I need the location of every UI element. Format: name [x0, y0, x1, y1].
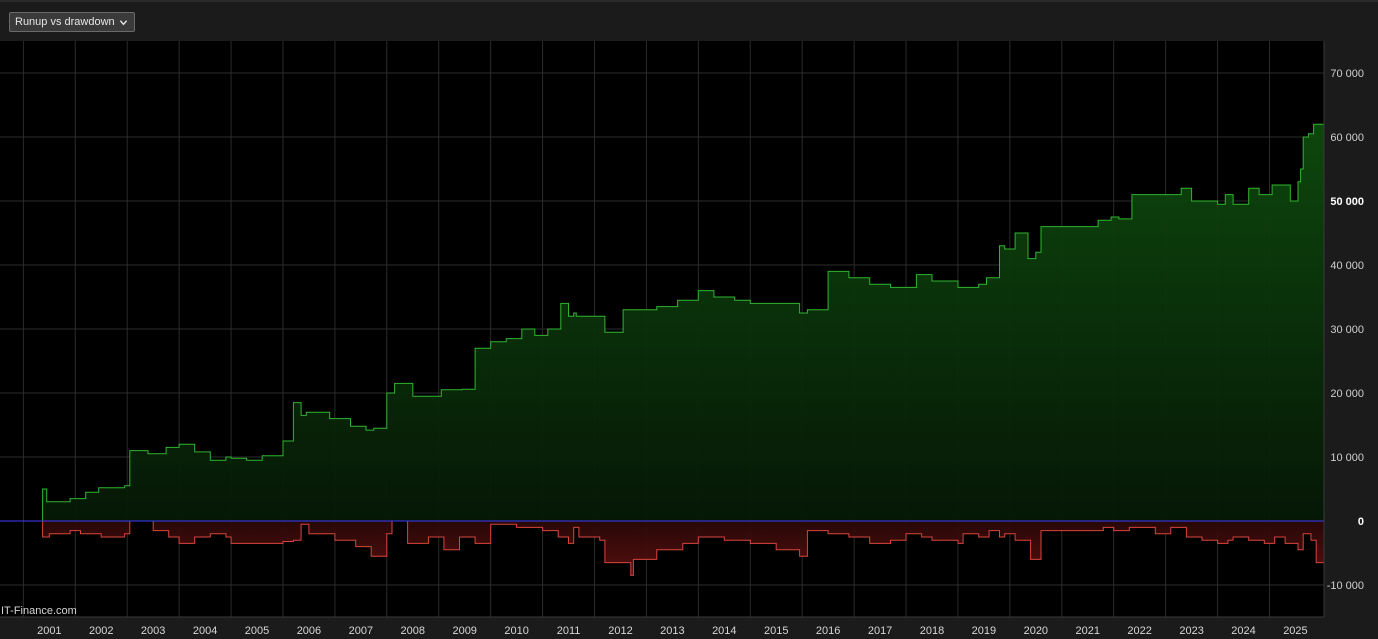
x-tick-label: 2002: [89, 625, 113, 637]
chevron-down-icon: [119, 19, 127, 25]
x-tick-label: 2013: [660, 625, 684, 637]
x-tick-label: 2005: [245, 625, 269, 637]
x-tick-label: 2017: [868, 625, 892, 637]
x-tick-label: 2009: [452, 625, 476, 637]
x-tick-label: 2003: [141, 625, 165, 637]
x-tick-label: 2023: [1179, 625, 1203, 637]
x-tick-label: 2010: [504, 625, 528, 637]
x-tick-label: 2012: [608, 625, 632, 637]
x-tick-label: 2006: [297, 625, 321, 637]
y-tick-label: -10 000: [1327, 580, 1364, 592]
y-tick-label: 70 000: [1330, 68, 1364, 80]
x-tick-label: 2008: [401, 625, 425, 637]
x-tick-label: 2022: [1127, 625, 1151, 637]
y-tick-label: 50 000: [1330, 196, 1364, 208]
x-tick-label: 2020: [1024, 625, 1048, 637]
x-tick-label: 2025: [1283, 625, 1307, 637]
x-tick-label: 2019: [972, 625, 996, 637]
x-tick-label: 2007: [349, 625, 373, 637]
x-tick-label: 2015: [764, 625, 788, 637]
watermark: IT-Finance.com: [1, 605, 77, 617]
x-tick-label: 2011: [557, 625, 581, 637]
y-tick-label: 40 000: [1330, 260, 1364, 272]
x-tick-label: 2024: [1231, 625, 1255, 637]
y-tick-label: 10 000: [1330, 452, 1364, 464]
x-tick-label: 2021: [1076, 625, 1100, 637]
x-tick-label: 2014: [712, 625, 736, 637]
y-axis-labels: 70 000 60 000 50 000 40 000 30 000 20 000 10 0…: [1327, 68, 1364, 592]
chart-type-select-value: Runup vs drawdown: [15, 16, 115, 28]
x-tick-label: 2001: [37, 625, 61, 637]
x-tick-label: 2016: [816, 625, 840, 637]
x-axis-labels: 2001 2002 2003 2004 2005 2006 2007 2008 2009 2010…: [37, 625, 1308, 637]
y-tick-label: 0: [1358, 516, 1364, 528]
x-tick-label: 2018: [920, 625, 944, 637]
y-tick-label: 20 000: [1330, 388, 1364, 400]
x-tick-label: 2004: [193, 625, 217, 637]
y-tick-label: 30 000: [1330, 324, 1364, 336]
runup-drawdown-chart: 70 000 60 000 50 000 40 000 30 000 20 000 10 0…: [0, 41, 1364, 637]
chart-type-select[interactable]: Runup vs drawdown: [9, 12, 135, 32]
y-tick-label: 60 000: [1330, 132, 1364, 144]
